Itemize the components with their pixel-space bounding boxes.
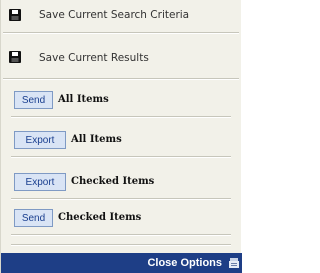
divider	[11, 244, 231, 246]
divider	[11, 116, 231, 118]
divider	[3, 32, 239, 34]
save-results-label: Save Current Results	[39, 52, 149, 64]
floppy-disk-icon	[9, 51, 21, 63]
send-checked-button[interactable]: Send	[14, 209, 53, 227]
divider	[11, 234, 231, 236]
send-all-button[interactable]: Send	[14, 91, 53, 109]
export-all-row: Export All Items	[1, 128, 241, 152]
save-criteria-label: Save Current Search Criteria	[39, 9, 190, 21]
send-all-row: Send All Items	[1, 88, 241, 112]
floppy-disk-icon	[9, 9, 21, 21]
export-checked-button[interactable]: Export	[14, 173, 66, 191]
divider	[11, 156, 231, 158]
close-options-label[interactable]: Close Options	[147, 257, 222, 269]
close-options-icon[interactable]	[228, 257, 240, 269]
options-panel: Save Current Search Criteria Save Curren…	[0, 0, 242, 273]
export-checked-row: Export Checked Items	[1, 170, 241, 194]
send-checked-row: Send Checked Items	[1, 206, 241, 230]
send-all-label: All Items	[58, 94, 109, 105]
save-results-item[interactable]: Save Current Results	[1, 46, 241, 68]
close-options-bar[interactable]: Close Options	[1, 253, 242, 273]
divider	[11, 198, 231, 200]
send-checked-label: Checked Items	[58, 212, 142, 223]
export-checked-label: Checked Items	[71, 176, 155, 187]
divider	[3, 78, 239, 80]
export-all-label: All Items	[71, 134, 122, 145]
save-criteria-item[interactable]: Save Current Search Criteria	[1, 4, 241, 26]
export-all-button[interactable]: Export	[14, 131, 66, 149]
